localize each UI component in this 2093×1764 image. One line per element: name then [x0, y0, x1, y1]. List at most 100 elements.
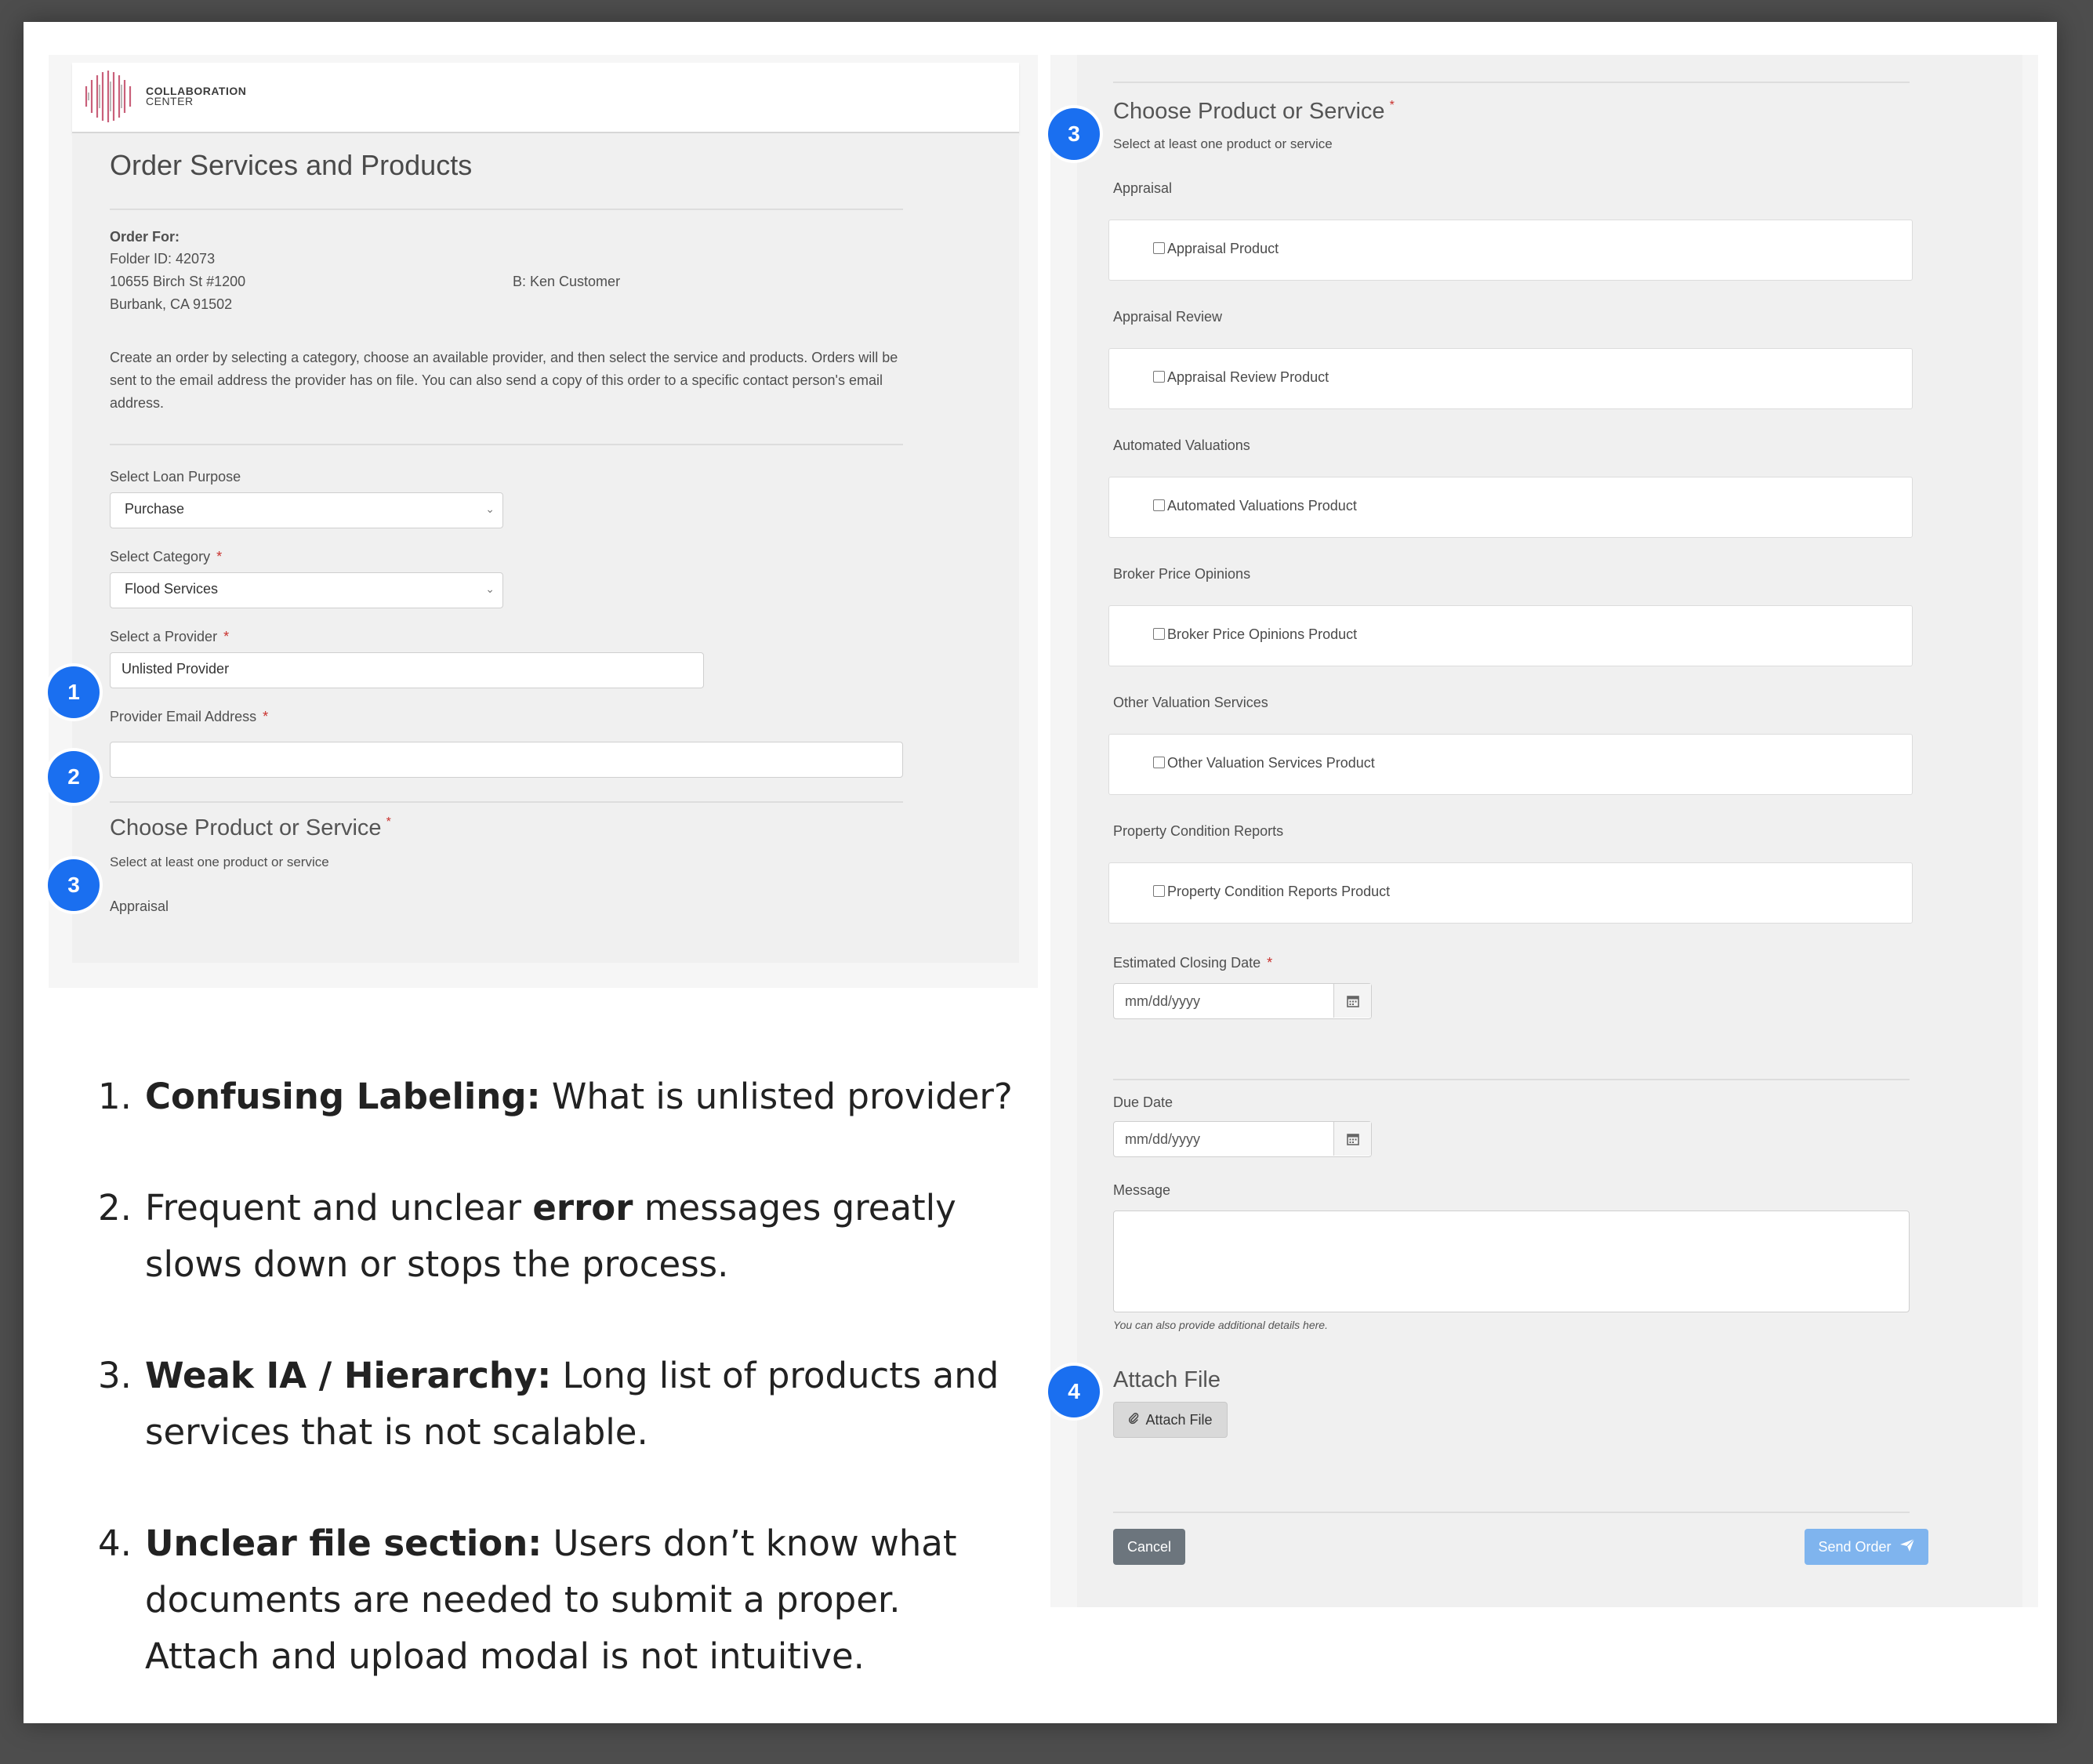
- product-label: Appraisal Review Product: [1167, 369, 1329, 385]
- closing-date-label-text: Estimated Closing Date: [1113, 955, 1261, 971]
- checkbox[interactable]: [1153, 628, 1165, 640]
- send-order-button[interactable]: Send Order: [1805, 1529, 1928, 1565]
- category-heading-appraisal-review: Appraisal Review: [1113, 309, 1223, 325]
- divider: [1113, 82, 1910, 83]
- provider-email-input[interactable]: [110, 742, 903, 778]
- required-asterisk: *: [263, 709, 269, 724]
- product-option-automated-valuations[interactable]: Automated Valuations Product: [1108, 477, 1913, 538]
- address-line-2: Burbank, CA 91502: [110, 296, 233, 312]
- required-asterisk: *: [386, 815, 391, 829]
- calendar-icon[interactable]: [1333, 1122, 1371, 1156]
- category-label-text: Select Category: [110, 549, 211, 564]
- finding-item-2: 2. Frequent and unclear error messages gr…: [98, 1180, 1023, 1293]
- choose-product-title: Choose Product or Service *: [1113, 99, 1395, 125]
- category-heading-other-valuation-services: Other Valuation Services: [1113, 695, 1268, 710]
- findings-list: 1. Confusing Labeling: What is unlisted p…: [98, 1069, 1023, 1740]
- checkbox[interactable]: [1153, 371, 1165, 383]
- annotation-badge-3: 3: [1048, 108, 1100, 160]
- finding-number: 2.: [98, 1187, 132, 1229]
- finding-item-3: 3. Weak IA / Hierarchy: Long list of prod…: [98, 1348, 1023, 1461]
- app-header: COLLABORATION CENTER: [72, 63, 1019, 133]
- attach-file-title: Attach File: [1113, 1367, 1221, 1392]
- choose-product-title: Choose Product or Service *: [110, 815, 391, 841]
- logo-line-2: CENTER: [146, 95, 194, 107]
- choose-product-title-text: Choose Product or Service: [1113, 99, 1385, 124]
- annotation-badge-2: 2: [48, 751, 100, 803]
- checkbox[interactable]: [1153, 242, 1165, 254]
- finding-emphasis: error: [532, 1187, 633, 1229]
- address-line-1: 10655 Birch St #1200: [110, 274, 246, 289]
- loan-purpose-select[interactable]: Purchase ⌄: [110, 492, 503, 528]
- required-asterisk: *: [216, 549, 223, 564]
- finding-heading: Weak IA / Hierarchy:: [145, 1355, 552, 1396]
- checkbox[interactable]: [1153, 885, 1165, 897]
- send-order-button-label: Send Order: [1818, 1538, 1892, 1555]
- product-label: Automated Valuations Product: [1167, 498, 1357, 514]
- product-label: Appraisal Product: [1167, 241, 1279, 256]
- provider-label: Select a Provider *: [110, 629, 229, 645]
- date-placeholder: mm/dd/yyyy: [1125, 1131, 1201, 1147]
- divider: [1113, 1079, 1910, 1080]
- required-asterisk: *: [1389, 99, 1395, 112]
- product-label: Property Condition Reports Product: [1167, 884, 1391, 899]
- provider-label-text: Select a Provider: [110, 629, 218, 644]
- finding-heading: Unclear file section:: [145, 1523, 542, 1564]
- choose-product-subtitle: Select at least one product or service: [110, 855, 329, 869]
- chevron-down-icon: ⌄: [485, 503, 495, 515]
- message-label: Message: [1113, 1182, 1171, 1198]
- finding-number: 3.: [98, 1355, 132, 1396]
- finding-text: What is unlisted provider?: [540, 1076, 1013, 1117]
- due-date-label: Due Date: [1113, 1094, 1173, 1110]
- folder-id: Folder ID: 42073: [110, 251, 216, 267]
- product-option-appraisal-review[interactable]: Appraisal Review Product: [1108, 348, 1913, 409]
- finding-item-4: 4. Unclear file section: Users don’t know…: [98, 1515, 1023, 1685]
- annotation-badge-1: 1: [48, 666, 100, 718]
- order-form: Order Services and Products Order For: F…: [72, 133, 1019, 963]
- checkbox[interactable]: [1153, 757, 1165, 768]
- finding-text: Frequent and unclear: [145, 1187, 533, 1229]
- finding-number: 1.: [98, 1076, 132, 1117]
- product-option-appraisal[interactable]: Appraisal Product: [1108, 220, 1913, 281]
- provider-email-label-text: Provider Email Address: [110, 709, 257, 724]
- provider-input[interactable]: Unlisted Provider: [110, 652, 704, 688]
- right-screenshot: Choose Product or Service * Select at lea…: [1050, 55, 2038, 1607]
- checkbox[interactable]: [1153, 499, 1165, 511]
- product-label: Other Valuation Services Product: [1167, 755, 1375, 771]
- annotation-badge-3: 3: [48, 859, 100, 911]
- calendar-icon[interactable]: [1333, 984, 1371, 1018]
- product-label: Broker Price Opinions Product: [1167, 626, 1358, 642]
- category-heading-broker-price-opinions: Broker Price Opinions: [1113, 566, 1251, 582]
- choose-product-title-text: Choose Product or Service: [110, 815, 382, 840]
- provider-email-label: Provider Email Address *: [110, 709, 268, 725]
- message-textarea[interactable]: [1113, 1210, 1910, 1312]
- category-label: Select Category *: [110, 549, 222, 565]
- loan-purpose-label: Select Loan Purpose: [110, 469, 241, 485]
- product-option-broker-price-opinions[interactable]: Broker Price Opinions Product: [1108, 605, 1913, 666]
- category-value: Flood Services: [125, 581, 219, 597]
- attach-file-button[interactable]: Attach File: [1113, 1402, 1228, 1438]
- annotation-badge-4: 4: [1048, 1366, 1100, 1417]
- chevron-down-icon: ⌄: [485, 583, 495, 595]
- product-option-other-valuation-services[interactable]: Other Valuation Services Product: [1108, 734, 1913, 795]
- closing-date-input[interactable]: mm/dd/yyyy: [1113, 983, 1372, 1019]
- required-asterisk: *: [223, 629, 230, 644]
- cancel-button[interactable]: Cancel: [1113, 1529, 1185, 1565]
- finding-number: 4.: [98, 1523, 132, 1564]
- required-asterisk: *: [1267, 955, 1273, 971]
- order-for-label: Order For:: [110, 229, 180, 245]
- message-help-text: You can also provide additional details …: [1113, 1319, 1328, 1331]
- category-heading-property-condition-reports: Property Condition Reports: [1113, 823, 1284, 839]
- category-heading-appraisal: Appraisal: [1113, 180, 1173, 196]
- category-heading-automated-valuations: Automated Valuations: [1113, 437, 1250, 453]
- closing-date-label: Estimated Closing Date *: [1113, 955, 1272, 971]
- order-form-continued: Choose Product or Service * Select at lea…: [1077, 55, 2022, 1607]
- due-date-input[interactable]: mm/dd/yyyy: [1113, 1121, 1372, 1157]
- divider: [110, 209, 903, 210]
- choose-product-subtitle: Select at least one product or service: [1113, 136, 1333, 151]
- product-option-property-condition-reports[interactable]: Property Condition Reports Product: [1108, 862, 1913, 924]
- instructions-text: Create an order by selecting a category,…: [110, 350, 898, 411]
- date-placeholder: mm/dd/yyyy: [1125, 993, 1201, 1009]
- collaboration-center-logo-icon: [85, 71, 132, 122]
- loan-purpose-value: Purchase: [125, 501, 185, 517]
- category-select[interactable]: Flood Services ⌄: [110, 572, 503, 608]
